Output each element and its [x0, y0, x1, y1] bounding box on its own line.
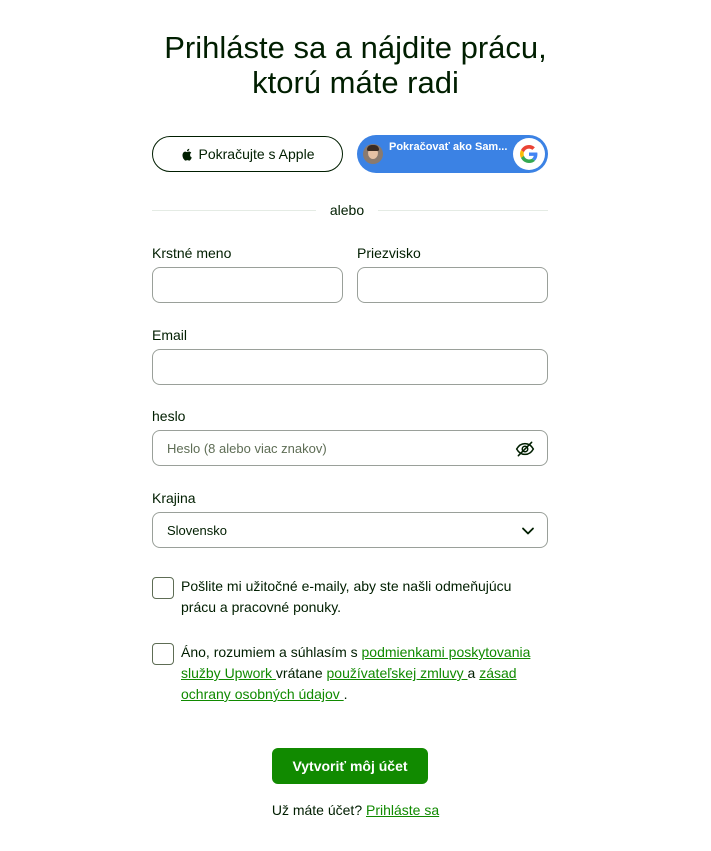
country-label: Krajina [152, 490, 196, 506]
last-name-label: Priezvisko [357, 245, 421, 261]
divider-line-right [378, 210, 548, 211]
last-name-field[interactable] [357, 267, 548, 303]
login-link[interactable]: Prihláste sa [366, 802, 439, 818]
first-name-field[interactable] [152, 267, 343, 303]
or-divider: alebo [152, 201, 548, 219]
user-agreement-link[interactable]: používateľskej zmluvy [327, 665, 468, 681]
terms-text-start: Áno, rozumiem a súhlasím s [181, 644, 362, 660]
terms-line-2: služby Upwork vrátane používateľskej zml… [181, 663, 551, 684]
terms-checkbox[interactable] [152, 643, 174, 665]
terms-text-end: . [343, 686, 348, 702]
terms-text-and: a [467, 665, 480, 681]
divider-text: alebo [329, 202, 365, 218]
apple-icon [182, 148, 192, 161]
chevron-down-icon [522, 527, 534, 535]
eye-slash-icon[interactable] [515, 439, 535, 459]
marketing-emails-text: Pošlite mi užitočné e-maily, aby ste naš… [181, 576, 511, 618]
title-line-2: ktorú máte radi [252, 65, 459, 100]
continue-with-google-button[interactable]: Pokračovať ako Sam... [357, 135, 548, 173]
page-title: Prihláste sa a nájdite prácu, ktorú máte… [0, 30, 711, 100]
country-selected-value: Slovensko [167, 522, 227, 538]
google-button-label: Pokračovať ako Sam... [389, 141, 508, 153]
country-select[interactable]: Slovensko [152, 512, 548, 548]
google-icon [513, 138, 545, 170]
password-label: heslo [152, 408, 186, 424]
apple-button-label: Pokračujte s Apple [198, 146, 315, 162]
marketing-emails-checkbox[interactable] [152, 577, 174, 599]
avatar [363, 144, 383, 164]
first-name-label: Krstné meno [152, 245, 232, 261]
privacy-policy-link-cont[interactable]: ochrany osobných údajov [181, 686, 344, 702]
continue-with-apple-button[interactable]: Pokračujte s Apple [152, 136, 343, 172]
have-account-text: Už máte účet? [271, 802, 366, 818]
terms-line-3: ochrany osobných údajov . [181, 684, 551, 705]
login-prompt: Už máte účet? Prihláste sa [0, 802, 711, 818]
marketing-emails-line-2: prácu a pracovné ponuky. [181, 599, 342, 615]
title-line-1: Prihláste sa a nájdite prácu, [164, 30, 547, 65]
password-placeholder: Heslo (8 alebo viac znakov) [167, 440, 327, 456]
privacy-policy-link[interactable]: zásad [479, 665, 516, 681]
terms-of-service-link[interactable]: podmienkami poskytovania [362, 644, 531, 660]
create-account-button[interactable]: Vytvoriť môj účet [272, 748, 428, 784]
terms-text: Áno, rozumiem a súhlasím s podmienkami p… [181, 642, 551, 705]
email-label: Email [152, 327, 188, 343]
terms-of-service-link-cont[interactable]: služby Upwork [181, 665, 276, 681]
email-field[interactable] [152, 349, 548, 385]
password-field[interactable]: Heslo (8 alebo viac znakov) [152, 430, 548, 466]
terms-line-1: Áno, rozumiem a súhlasím s podmienkami p… [181, 642, 551, 663]
divider-line-left [152, 210, 316, 211]
marketing-emails-line-1: Pošlite mi užitočné e-maily, aby ste naš… [181, 578, 512, 594]
terms-text-mid: vrátane [275, 665, 327, 681]
